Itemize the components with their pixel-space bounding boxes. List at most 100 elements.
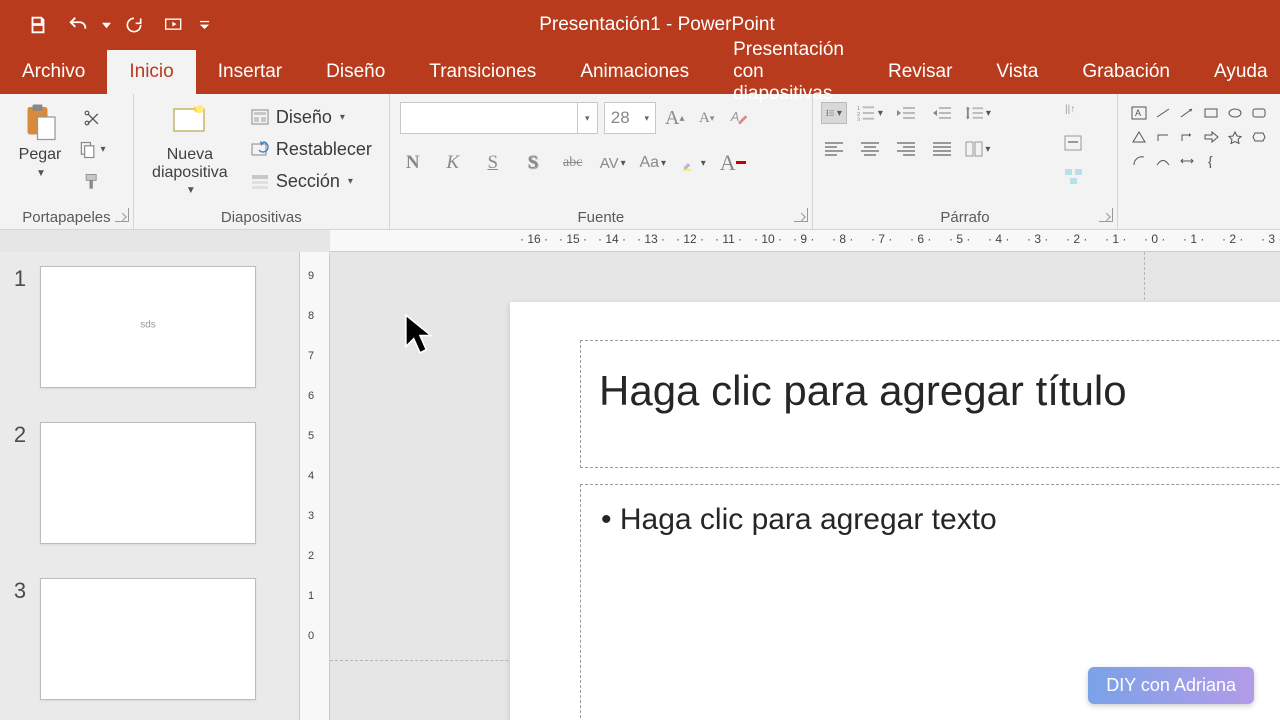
tab-design[interactable]: Diseño: [304, 50, 407, 94]
chevron-down-icon[interactable]: ▾: [639, 113, 655, 124]
dialog-launcher-icon[interactable]: [1099, 208, 1113, 222]
line-spacing-button[interactable]: ▾: [965, 102, 991, 124]
tab-transitions[interactable]: Transiciones: [407, 50, 558, 94]
tab-recording[interactable]: Grabación: [1060, 50, 1192, 94]
tab-home[interactable]: Inicio: [107, 50, 195, 94]
right-arrow-shape-icon[interactable]: [1200, 126, 1222, 148]
align-left-button[interactable]: [821, 138, 847, 160]
shrink-font-button[interactable]: A▾: [694, 105, 720, 131]
numbering-button[interactable]: 123▾: [857, 102, 883, 124]
redo-icon[interactable]: [114, 7, 154, 43]
thumbnail-slide[interactable]: [40, 578, 256, 700]
horizontal-ruler[interactable]: · 16 ·· 15 ·· 14 ·· 13 ·· 12 ·· 11 ·· 10…: [330, 230, 1280, 252]
chevron-down-icon[interactable]: ▾: [577, 103, 597, 133]
scissors-icon: [82, 108, 102, 128]
thumbnail-item[interactable]: 2: [0, 422, 299, 544]
thumbnail-item[interactable]: 3: [0, 578, 299, 700]
title-placeholder[interactable]: Haga clic para agregar título: [580, 340, 1280, 468]
decrease-indent-button[interactable]: [893, 102, 919, 124]
paste-button[interactable]: Pegar ▼: [6, 98, 74, 201]
text-direction-button[interactable]: ||↑: [1063, 102, 1093, 128]
thumbnail-slide[interactable]: [40, 266, 256, 388]
justify-button[interactable]: [929, 138, 955, 160]
start-from-beginning-icon[interactable]: [154, 7, 194, 43]
line-shape-icon[interactable]: [1152, 102, 1174, 124]
cut-button[interactable]: [78, 104, 106, 132]
elbow-connector-icon[interactable]: [1152, 126, 1174, 148]
curve-shape-icon[interactable]: [1152, 150, 1174, 172]
window-title: Presentación1 - PowerPoint: [214, 14, 1280, 36]
ribbon: Pegar ▼ ▾ Portapapeles Nueva diapositiva…: [0, 94, 1280, 230]
change-case-button[interactable]: Aa▾: [640, 150, 666, 176]
grow-font-button[interactable]: A▴: [662, 105, 688, 131]
cursor-icon: [400, 312, 440, 356]
tab-help[interactable]: Ayuda: [1192, 50, 1280, 94]
new-slide-label: Nueva diapositiva: [140, 146, 240, 181]
tab-animations[interactable]: Animaciones: [558, 50, 711, 94]
title-bar: Presentación1 - PowerPoint: [0, 0, 1280, 50]
slide-canvas[interactable]: Haga clic para agregar título Haga clic …: [330, 252, 1280, 720]
rounded-rect-icon[interactable]: [1248, 102, 1270, 124]
rectangle-shape-icon[interactable]: [1200, 102, 1222, 124]
thumbnail-item[interactable]: 1: [0, 266, 299, 388]
dialog-launcher-icon[interactable]: [115, 208, 129, 222]
new-slide-icon: [170, 102, 210, 142]
italic-button[interactable]: K: [440, 150, 466, 176]
line-arrow-icon[interactable]: [1176, 102, 1198, 124]
section-button[interactable]: Sección▾: [244, 167, 378, 197]
vertical-ruler[interactable]: 9876543210: [300, 252, 330, 720]
triangle-shape-icon[interactable]: [1128, 126, 1150, 148]
tab-insert[interactable]: Insertar: [196, 50, 304, 94]
font-color-button[interactable]: A: [720, 150, 746, 176]
chevron-down-icon: ▼: [36, 168, 46, 179]
highlight-button[interactable]: ▾: [680, 150, 706, 176]
smartart-button[interactable]: [1063, 166, 1093, 192]
tab-view[interactable]: Vista: [974, 50, 1060, 94]
clear-formatting-button[interactable]: A: [726, 105, 752, 131]
increase-indent-button[interactable]: [929, 102, 955, 124]
undo-icon[interactable]: [58, 7, 98, 43]
section-icon: [250, 172, 270, 192]
slide-editor[interactable]: Haga clic para agregar título Haga clic …: [510, 302, 1280, 720]
thumbnail-slide[interactable]: [40, 422, 256, 544]
underline-button[interactable]: S: [480, 150, 506, 176]
text-shadow-button[interactable]: S: [520, 150, 546, 176]
strikethrough-button[interactable]: abc: [560, 150, 586, 176]
slide-thumbnails-panel[interactable]: 1 2 3 4: [0, 252, 300, 720]
align-center-button[interactable]: [857, 138, 883, 160]
bullets-button[interactable]: ▾: [821, 102, 847, 124]
font-family-combobox[interactable]: ▾: [400, 102, 598, 134]
bullets-icon: [826, 105, 835, 121]
format-painter-button[interactable]: [78, 168, 106, 196]
shapes-gallery[interactable]: A {: [1124, 98, 1274, 201]
font-size-combobox[interactable]: 28▾: [604, 102, 656, 134]
copy-button[interactable]: ▾: [78, 136, 106, 164]
dialog-launcher-icon[interactable]: [794, 208, 808, 222]
reset-button[interactable]: Restablecer: [244, 135, 378, 165]
new-slide-button[interactable]: Nueva diapositiva ▼: [140, 98, 240, 201]
group-label-paragraph: Párrafo: [813, 205, 1117, 229]
hexagon-shape-icon[interactable]: [1248, 126, 1270, 148]
oval-shape-icon[interactable]: [1224, 102, 1246, 124]
qat-customize-icon[interactable]: [194, 7, 214, 43]
star-shape-icon[interactable]: [1224, 126, 1246, 148]
elbow-arrow-icon[interactable]: [1176, 126, 1198, 148]
group-clipboard: Pegar ▼ ▾ Portapapeles: [0, 94, 134, 229]
align-right-button[interactable]: [893, 138, 919, 160]
char-spacing-button[interactable]: AV▾: [600, 150, 626, 176]
undo-dropdown-icon[interactable]: [98, 7, 114, 43]
textbox-shape-icon[interactable]: A: [1128, 102, 1150, 124]
save-icon[interactable]: [18, 7, 58, 43]
align-text-button[interactable]: [1063, 134, 1093, 160]
tab-file[interactable]: Archivo: [0, 50, 107, 94]
left-brace-icon[interactable]: {: [1200, 150, 1222, 172]
group-slides: Nueva diapositiva ▼ Diseño▾ Restablecer …: [134, 94, 390, 229]
arc-shape-icon[interactable]: [1128, 150, 1150, 172]
layout-button[interactable]: Diseño▾: [244, 103, 378, 133]
tab-slideshow[interactable]: Presentación con diapositivas: [711, 50, 866, 94]
tab-review[interactable]: Revisar: [866, 50, 974, 94]
bold-button[interactable]: N: [400, 150, 426, 176]
thumbnail-number: 1: [0, 266, 40, 292]
columns-button[interactable]: ▾: [965, 138, 991, 160]
double-arrow-icon[interactable]: [1176, 150, 1198, 172]
